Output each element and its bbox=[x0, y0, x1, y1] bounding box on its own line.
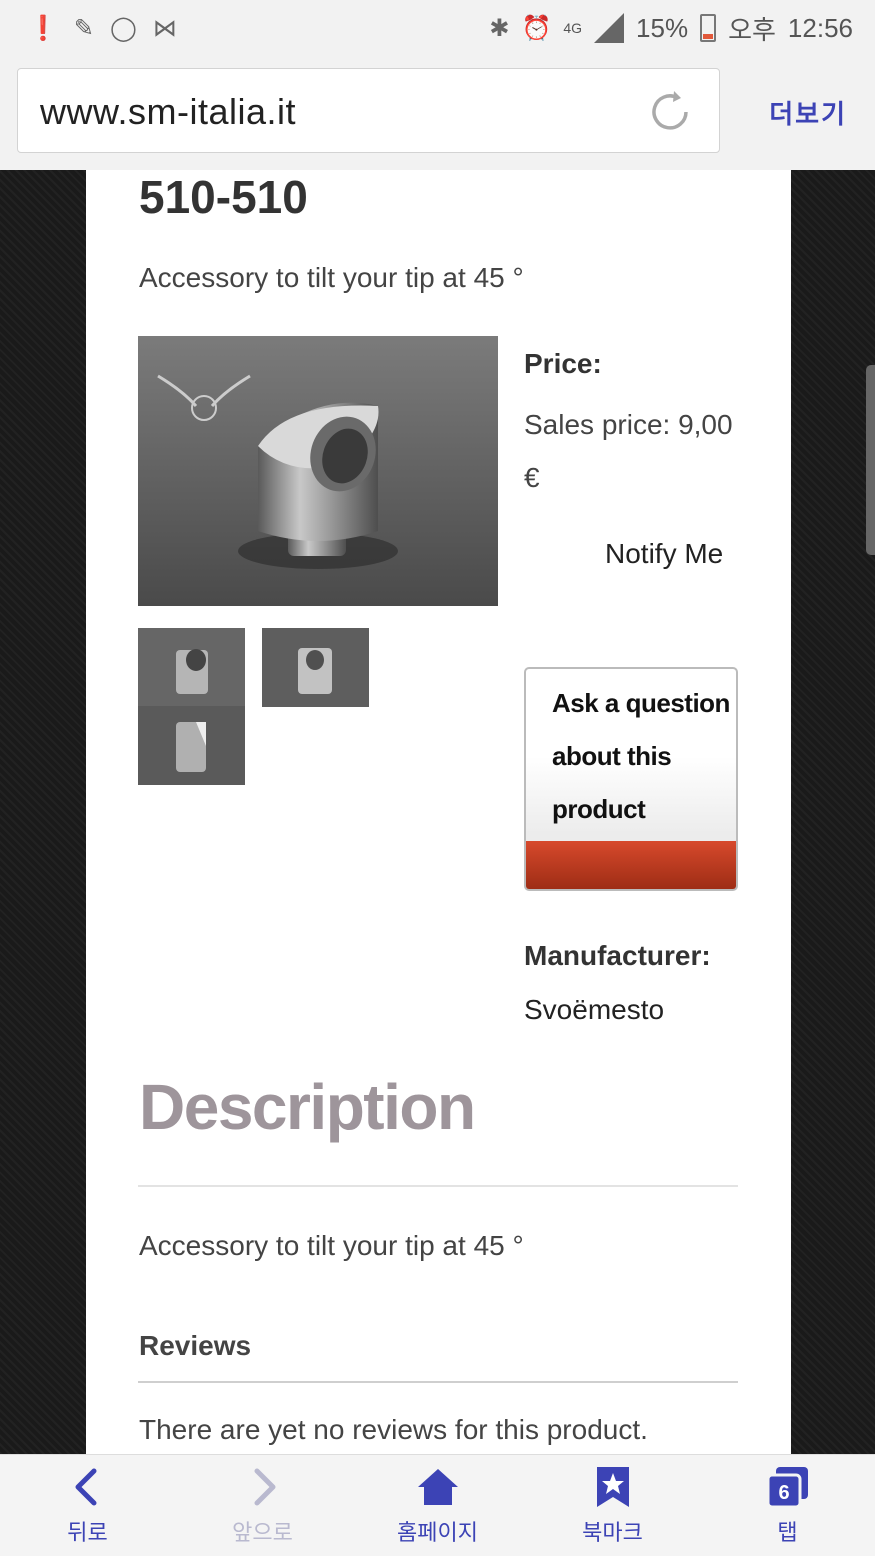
back-label: 뒤로 bbox=[67, 1520, 108, 1546]
divider bbox=[138, 1381, 738, 1383]
scrollbar[interactable] bbox=[866, 365, 875, 555]
home-icon bbox=[417, 1468, 458, 1505]
bluetooth-icon: ✱ bbox=[489, 14, 510, 42]
forward-button[interactable]: 앞으로 bbox=[193, 1465, 333, 1547]
tabs-label: 탭 bbox=[777, 1520, 798, 1546]
manufacturer-label: Manufacturer: bbox=[524, 940, 711, 971]
divider bbox=[138, 1185, 738, 1187]
price-label: Price: bbox=[524, 348, 602, 379]
battery-percent: 15% bbox=[636, 12, 689, 43]
more-button[interactable]: 더보기 bbox=[769, 94, 847, 131]
product-page: 510-510 Accessory to tilt your tip at 45… bbox=[86, 170, 791, 1454]
app-icon: ⋈ bbox=[152, 14, 177, 42]
bookmark-label: 북마크 bbox=[582, 1520, 643, 1546]
network-type: 4G bbox=[563, 20, 583, 36]
tabs-icon: 6 bbox=[766, 1466, 808, 1508]
sync-icon: ◯ bbox=[110, 14, 137, 42]
reload-icon[interactable] bbox=[647, 89, 693, 135]
notify-me-link[interactable]: Notify Me bbox=[605, 538, 723, 570]
reviews-empty-text: There are yet no reviews for this produc… bbox=[139, 1414, 648, 1445]
bookmark-icon bbox=[596, 1466, 629, 1507]
browser-bottom-nav: 뒤로 앞으로 홈페이지 북마크 6 탭 bbox=[0, 1454, 875, 1556]
address-bar[interactable]: www.sm-italia.it bbox=[17, 68, 720, 153]
cleaner-icon: ✎ bbox=[73, 14, 94, 42]
product-thumbnail[interactable] bbox=[262, 628, 369, 707]
url-text[interactable]: www.sm-italia.it bbox=[40, 91, 296, 133]
ask-question-button-highlight bbox=[526, 841, 736, 889]
back-button[interactable]: 뒤로 bbox=[18, 1465, 158, 1547]
product-thumbnail[interactable] bbox=[138, 628, 245, 707]
product-short-description: Accessory to tilt your tip at 45 ° bbox=[139, 262, 524, 293]
forward-chevron-icon bbox=[254, 1468, 275, 1505]
alarm-icon: ⏰ bbox=[521, 14, 552, 42]
ask-question-label: Ask a question about this product bbox=[552, 688, 730, 824]
battery-icon bbox=[700, 14, 717, 42]
bookmark-button[interactable]: 북마크 bbox=[543, 1465, 683, 1547]
status-bar: ❗ ✎ ◯ ⋈ ✱ ⏰ 4G 15% 오후 12:56 bbox=[0, 0, 875, 56]
manufacturer-link[interactable]: Svoëmesto bbox=[524, 994, 664, 1026]
ask-question-button[interactable]: Ask a question about this product bbox=[524, 667, 738, 891]
forward-label: 앞으로 bbox=[232, 1520, 293, 1546]
page-background-left bbox=[0, 170, 86, 1454]
sales-price: Sales price: 9,00 € bbox=[524, 409, 733, 493]
home-button[interactable]: 홈페이지 bbox=[368, 1465, 508, 1547]
alert-icon: ❗ bbox=[28, 14, 58, 42]
browser-toolbar: www.sm-italia.it 더보기 bbox=[0, 56, 875, 170]
page-background-right bbox=[791, 170, 875, 1454]
tab-count: 6 bbox=[778, 1482, 789, 1504]
description-text: Accessory to tilt your tip at 45 ° bbox=[139, 1230, 524, 1261]
status-notifications: ❗ ✎ ◯ ⋈ bbox=[28, 14, 177, 43]
tabs-button[interactable]: 6 탭 bbox=[718, 1465, 858, 1547]
product-thumbnail[interactable] bbox=[138, 706, 245, 785]
reviews-heading: Reviews bbox=[139, 1330, 252, 1361]
home-label: 홈페이지 bbox=[397, 1520, 478, 1546]
status-system: ✱ ⏰ 4G 15% 오후 12:56 bbox=[489, 10, 853, 47]
clock: 12:56 bbox=[787, 12, 853, 43]
signal-icon bbox=[594, 13, 625, 43]
description-heading: Description bbox=[139, 1071, 476, 1143]
product-sku: 510-510 bbox=[139, 171, 308, 223]
product-main-image[interactable] bbox=[138, 336, 498, 606]
back-chevron-icon bbox=[75, 1468, 96, 1505]
time-period: 오후 bbox=[728, 14, 776, 45]
